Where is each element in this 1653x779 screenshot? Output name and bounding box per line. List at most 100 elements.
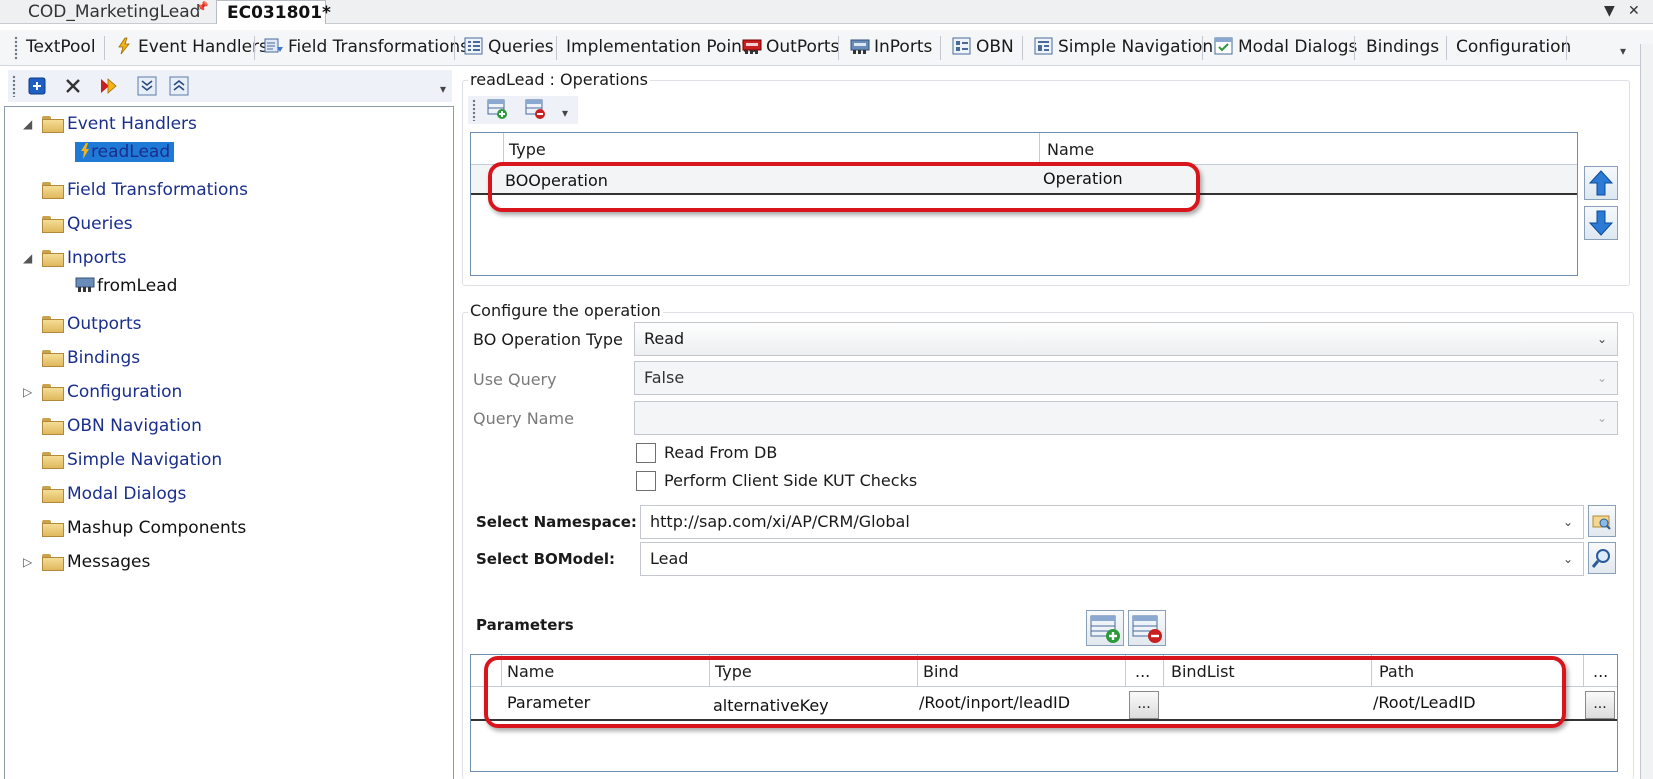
move-down-button[interactable] (1584, 206, 1618, 240)
tree-node-obn-navigation[interactable]: OBN Navigation (41, 413, 202, 439)
read-from-db-checkbox[interactable] (636, 443, 656, 463)
toolbar-label: OutPorts (766, 37, 840, 57)
path-browse-button[interactable]: ... (1585, 691, 1615, 719)
tree-node-label: Bindings (67, 348, 141, 368)
tree-node-label: Queries (67, 214, 133, 234)
toolbar-outports-button[interactable]: OutPorts (738, 33, 839, 61)
select-bomodel-label: Select BOModel: (476, 550, 616, 568)
toolbar-label: Implementation Points (566, 37, 758, 57)
right-docked-panel-strip[interactable] (1640, 44, 1653, 779)
browse-namespace-button[interactable] (1588, 505, 1616, 537)
collapse-arrow-icon[interactable]: ◢ (23, 117, 32, 131)
tree-node-inports[interactable]: Inports (41, 245, 127, 271)
remove-parameter-button[interactable] (1128, 610, 1166, 646)
toolbar-grip[interactable] (14, 36, 18, 60)
query-name-label: Query Name (473, 409, 574, 428)
selected-node-highlight: readLead (75, 142, 175, 162)
toolbar-obn-button[interactable]: OBN (948, 33, 1014, 61)
toolbar-label: Bindings (1366, 37, 1440, 57)
operations-group-label: readLead : Operations (468, 70, 650, 89)
tree-node-field-transformations[interactable]: Field Transformations (41, 177, 248, 203)
toolbar-separator (1202, 36, 1203, 60)
toolbar-simple-navigation-button[interactable]: Simple Navigation (1030, 33, 1213, 61)
doc-tab-ec031801[interactable]: EC031801* (216, 0, 331, 24)
add-node-icon[interactable] (26, 75, 48, 97)
toolbar-separator (1566, 36, 1567, 60)
toolbar-overflow-icon[interactable]: ▾ (1620, 44, 1626, 58)
client-kut-checks-checkbox[interactable] (636, 471, 656, 491)
toolbar-queries-button[interactable]: Queries (460, 33, 554, 61)
toolbar-configuration-button[interactable]: Configuration (1452, 33, 1571, 61)
tree-node-mashup-components[interactable]: Mashup Components (41, 515, 246, 541)
expand-arrow-icon[interactable]: ▷ (23, 385, 32, 399)
obn-icon (952, 37, 971, 55)
toolbar-label: OBN (976, 37, 1014, 57)
toolbar-modal-dialogs-button[interactable]: Modal Dialogs (1210, 33, 1357, 61)
folder-icon (41, 115, 64, 133)
folder-icon (41, 485, 64, 503)
toolbar-event-handlers-button[interactable]: Event Handlers (110, 33, 268, 61)
folder-icon (41, 315, 64, 333)
browse-bomodel-button[interactable] (1588, 542, 1616, 574)
toolbar-implementation-points-button[interactable]: Implementation Points (562, 33, 757, 61)
column-header-type[interactable]: Type (509, 140, 546, 159)
bo-operation-type-select[interactable]: Read ⌄ (634, 322, 1618, 356)
expand-all-icon[interactable] (136, 75, 158, 97)
tree-toolbar: ▾ (8, 70, 452, 102)
toolbar-separator (838, 36, 839, 60)
tree-node-simple-navigation[interactable]: Simple Navigation (41, 447, 222, 473)
annotation-highlight-parameters (484, 656, 1566, 728)
expand-arrow-icon[interactable]: ▷ (23, 555, 32, 569)
tree-node-outports[interactable]: Outports (41, 311, 142, 337)
toolbar-grip[interactable] (12, 75, 16, 97)
add-row-icon[interactable] (486, 98, 508, 120)
tree-node-label: fromLead (97, 276, 178, 296)
toolbar-separator (454, 36, 455, 60)
toolbar-inports-button[interactable]: InPorts (846, 33, 932, 61)
run-handler-icon[interactable] (98, 75, 120, 97)
toolbar-label: InPorts (874, 37, 933, 57)
tree-node-readlead[interactable]: readLead (75, 139, 175, 165)
close-document-icon[interactable]: ✕ (1628, 0, 1640, 22)
tree-node-configuration[interactable]: Configuration (41, 379, 182, 405)
toolbar-field-transformations-button[interactable]: Field Transformations (260, 33, 469, 61)
toolbar-textpool-button[interactable]: TextPool (22, 33, 96, 61)
tree-node-messages[interactable]: Messages (41, 549, 150, 575)
toolbar-label: Configuration (1456, 37, 1572, 57)
use-query-select: False ⌄ (634, 361, 1618, 395)
column-header-name[interactable]: Name (1047, 140, 1094, 159)
delete-node-icon[interactable] (62, 75, 84, 97)
parameters-label: Parameters (476, 616, 574, 634)
toolbar-grip[interactable] (472, 99, 476, 121)
column-header-path-more[interactable]: ... (1593, 662, 1608, 681)
bomodel-select[interactable]: Lead ⌄ (640, 542, 1584, 576)
add-parameter-button[interactable] (1086, 610, 1124, 646)
toolbar-label: TextPool (26, 37, 96, 57)
chevron-down-icon: ⌄ (1562, 515, 1573, 529)
tree-node-queries[interactable]: Queries (41, 211, 133, 237)
tab-list-dropdown-icon[interactable]: ▼ (1604, 0, 1615, 22)
select-namespace-label: Select Namespace: (476, 513, 637, 531)
tree-node-modal-dialogs[interactable]: Modal Dialogs (41, 481, 186, 507)
tree-toolbar-overflow-icon[interactable]: ▾ (440, 82, 446, 96)
move-up-button[interactable] (1584, 166, 1618, 200)
operations-toolbar-overflow-icon[interactable]: ▾ (562, 106, 568, 120)
doc-tab-cod-marketinglead[interactable]: COD_MarketingLead (18, 0, 208, 24)
tree-node-event-handlers[interactable]: Event Handlers (41, 111, 197, 137)
tree-node-label: Inports (67, 248, 127, 268)
use-query-label: Use Query (473, 370, 557, 389)
remove-row-icon[interactable] (524, 98, 546, 120)
namespace-select[interactable]: http://sap.com/xi/AP/CRM/Global ⌄ (640, 505, 1584, 539)
folder-icon (41, 181, 64, 199)
tree-node-bindings[interactable]: Bindings (41, 345, 140, 371)
tree-node-fromlead[interactable]: fromLead (75, 273, 177, 299)
tree-node-label: Event Handlers (67, 114, 197, 134)
collapse-all-icon[interactable] (168, 75, 190, 97)
toolbar-label: Event Handlers (138, 37, 268, 57)
toolbar-bindings-button[interactable]: Bindings (1362, 33, 1439, 61)
collapse-arrow-icon[interactable]: ◢ (23, 251, 32, 265)
annotation-highlight-operation (488, 162, 1200, 212)
select-value: Lead (650, 549, 689, 568)
remove-row-icon (1132, 615, 1162, 643)
folder-icon (41, 215, 64, 233)
